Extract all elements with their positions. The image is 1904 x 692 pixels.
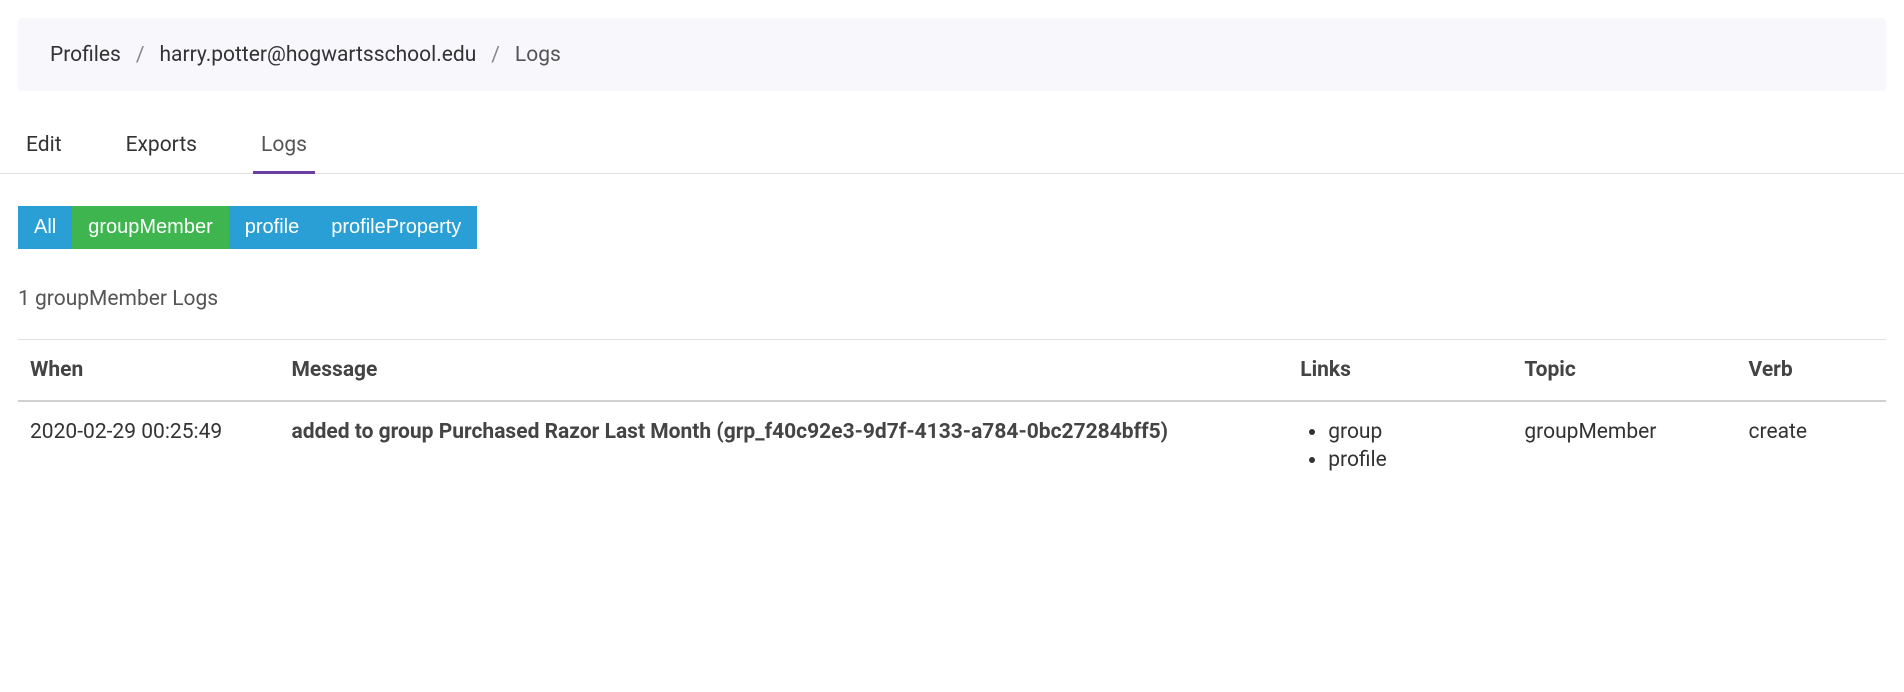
header-topic: Topic — [1512, 340, 1736, 402]
cell-topic: groupMember — [1512, 401, 1736, 494]
tab-logs[interactable]: Logs — [253, 119, 315, 174]
header-when: When — [18, 340, 280, 402]
link-profile[interactable]: profile — [1328, 448, 1500, 472]
cell-links: group profile — [1288, 401, 1512, 494]
logs-count: 1 groupMember Logs — [18, 287, 1886, 311]
breadcrumb-item-logs: Logs — [515, 43, 561, 67]
links-list: group profile — [1328, 420, 1500, 472]
table-header-row: When Message Links Topic Verb — [18, 340, 1886, 402]
logs-table: When Message Links Topic Verb 2020-02-29… — [18, 339, 1886, 494]
breadcrumb-item-email[interactable]: harry.potter@hogwartsschool.edu — [159, 43, 476, 67]
filter-profileproperty[interactable]: profileProperty — [315, 206, 477, 249]
tabs: Edit Exports Logs — [0, 119, 1904, 174]
breadcrumb-separator: / — [136, 43, 145, 67]
cell-verb: create — [1737, 401, 1886, 494]
link-group[interactable]: group — [1328, 420, 1500, 444]
tab-exports[interactable]: Exports — [118, 119, 205, 174]
header-verb: Verb — [1737, 340, 1886, 402]
header-message: Message — [280, 340, 1289, 402]
breadcrumb-separator: / — [491, 43, 500, 67]
filter-profile[interactable]: profile — [229, 206, 315, 249]
header-links: Links — [1288, 340, 1512, 402]
table-row: 2020-02-29 00:25:49 added to group Purch… — [18, 401, 1886, 494]
breadcrumb: Profiles / harry.potter@hogwartsschool.e… — [18, 18, 1886, 91]
filter-groupmember[interactable]: groupMember — [72, 206, 229, 249]
filter-all[interactable]: All — [18, 206, 72, 249]
tab-edit[interactable]: Edit — [18, 119, 70, 174]
cell-when: 2020-02-29 00:25:49 — [18, 401, 280, 494]
filter-buttons: All groupMember profile profileProperty — [18, 206, 1886, 249]
breadcrumb-item-profiles[interactable]: Profiles — [50, 43, 121, 67]
cell-message: added to group Purchased Razor Last Mont… — [280, 401, 1289, 494]
